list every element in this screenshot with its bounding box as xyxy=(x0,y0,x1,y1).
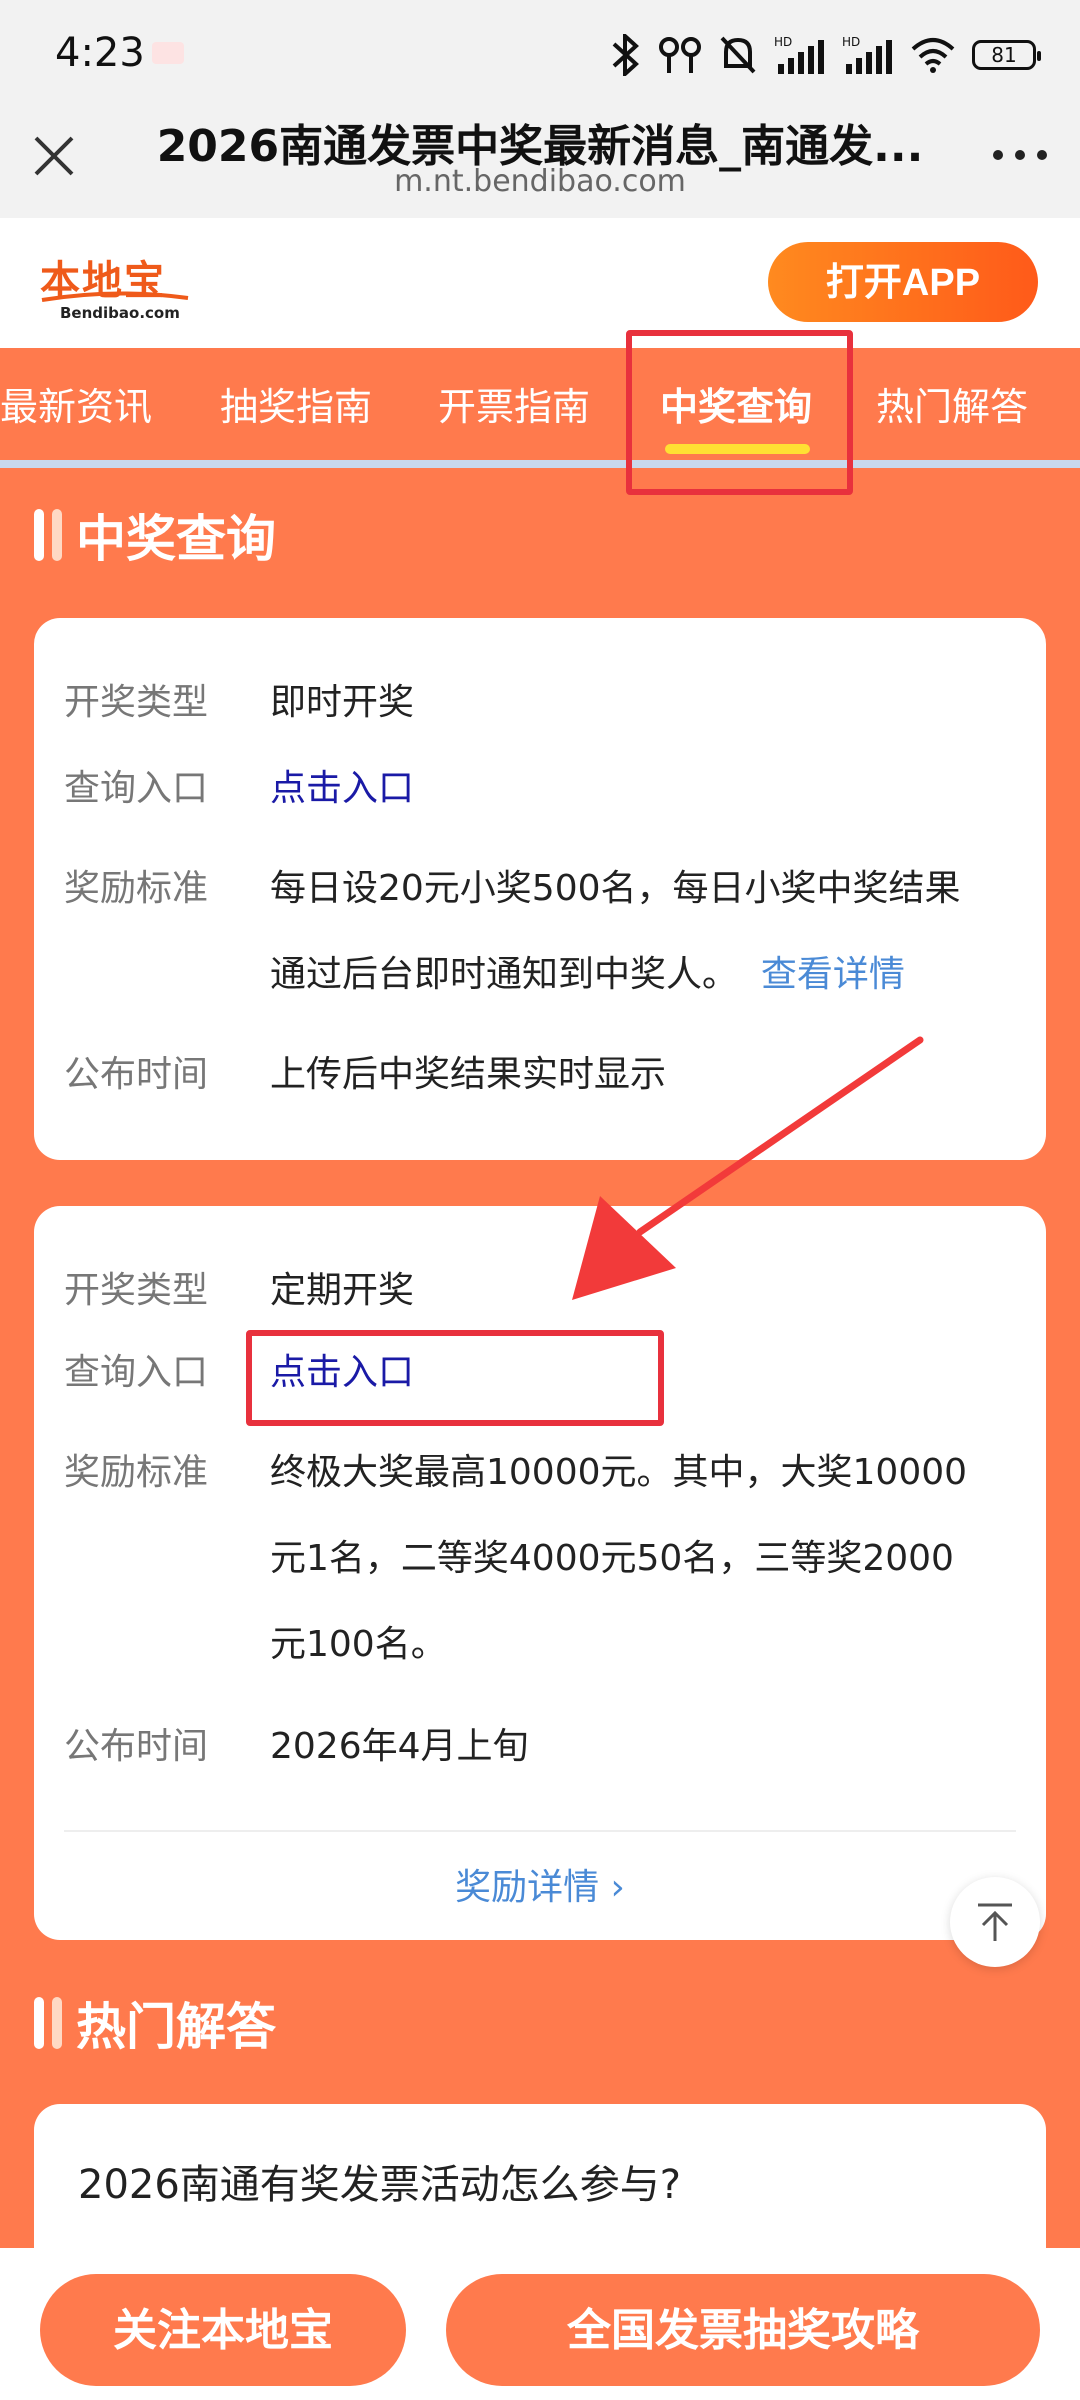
nav-tabs: 最新资讯 抽奖指南 开票指南 中奖查询 热门解答 xyxy=(0,348,1080,468)
section-title: 热门解答 xyxy=(76,1998,276,2056)
more-options-icon[interactable] xyxy=(990,140,1050,170)
active-tab-indicator xyxy=(665,444,810,454)
tab-latest-news[interactable]: 最新资讯 xyxy=(0,348,152,460)
label-time: 公布时间 xyxy=(64,1726,209,1767)
label-entry: 查询入口 xyxy=(64,1352,209,1393)
national-guide-button[interactable]: 全国发票抽奖攻略 xyxy=(446,2274,1040,2386)
label-reward: 奖励标准 xyxy=(64,1452,209,1493)
row-type: 开奖类型 定期开奖 xyxy=(64,1248,1016,1334)
status-time: 4:23 xyxy=(55,30,145,76)
svg-text:HD: HD xyxy=(842,35,860,49)
follow-button[interactable]: 关注本地宝 xyxy=(40,2274,406,2386)
battery-icon: 81 xyxy=(972,40,1041,70)
prize-card-instant: 开奖类型 即时开奖 查询入口 点击入口 奖励标准 每日设20元小奖500名，每日… xyxy=(34,618,1046,1160)
row-entry: 查询入口 点击入口 xyxy=(64,746,1016,832)
wifi-icon xyxy=(911,38,955,73)
status-icons: HD HD 81 xyxy=(608,30,1041,80)
value-type: 即时开奖 xyxy=(270,682,415,723)
value-type: 定期开奖 xyxy=(270,1270,415,1311)
row-reward: 奖励标准 每日设20元小奖500名，每日小奖中奖结果 通过后台即时通知到中奖人。… xyxy=(64,846,1016,1018)
tab-hot-answers[interactable]: 热门解答 xyxy=(876,348,1028,460)
section-bars-icon xyxy=(34,509,62,561)
qa-question: 2026南通有奖发票活动怎么参与? xyxy=(78,2162,682,2208)
arrow-up-icon xyxy=(978,1903,1012,1941)
section-bars-icon xyxy=(34,1997,62,2049)
open-app-button[interactable]: 打开APP xyxy=(768,242,1038,322)
view-details-link[interactable]: 查看详情 xyxy=(761,954,905,995)
close-icon[interactable] xyxy=(30,132,78,180)
entry-link[interactable]: 点击入口 xyxy=(270,1352,414,1393)
notification-icon xyxy=(152,42,184,64)
earbuds-icon xyxy=(659,37,701,73)
site-header: 本地宝 Bendibao.com 打开APP xyxy=(0,218,1080,348)
row-entry: 查询入口 点击入口 xyxy=(64,1330,1016,1416)
mute-bell-icon xyxy=(720,36,756,74)
row-reward: 奖励标准 终极大奖最高10000元。其中，大奖10000 元1名，二等奖4000… xyxy=(64,1430,1016,1688)
logo-swoosh-icon xyxy=(41,291,189,302)
reward-line-1: 每日设20元小奖500名，每日小奖中奖结果 xyxy=(270,868,961,909)
bendibao-logo[interactable]: 本地宝 Bendibao.com xyxy=(40,248,200,328)
bottom-bar: 关注本地宝 全国发票抽奖攻略 xyxy=(0,2248,1080,2400)
prize-card-periodic: 开奖类型 定期开奖 查询入口 点击入口 奖励标准 终极大奖最高10000元。其中… xyxy=(34,1206,1046,1940)
value-time: 2026年4月上旬 xyxy=(270,1726,529,1767)
card-divider xyxy=(64,1830,1016,1832)
row-type: 开奖类型 即时开奖 xyxy=(64,660,1016,746)
reward-line-2: 通过后台即时通知到中奖人。 xyxy=(270,954,739,995)
label-time: 公布时间 xyxy=(64,1054,209,1095)
logo-subtext: Bendibao.com xyxy=(60,304,180,322)
signal-hd-icon-2: HD xyxy=(842,35,892,74)
section-title: 中奖查询 xyxy=(76,510,276,568)
tab-invoice-guide[interactable]: 开票指南 xyxy=(438,348,590,460)
browser-bar: 2026南通发票中奖最新消息_南通发... m.nt.bendibao.com xyxy=(0,110,1080,218)
back-to-top-button[interactable] xyxy=(950,1877,1040,1967)
label-type: 开奖类型 xyxy=(64,682,209,723)
tab-lottery-guide[interactable]: 抽奖指南 xyxy=(220,348,372,460)
entry-link[interactable]: 点击入口 xyxy=(270,768,414,809)
bluetooth-icon xyxy=(612,34,639,76)
row-time: 公布时间 2026年4月上旬 xyxy=(64,1704,1016,1790)
status-bar: 4:23 HD HD 81 xyxy=(0,0,1080,110)
row-time: 公布时间 上传后中奖结果实时显示 xyxy=(64,1032,1016,1118)
nav-divider xyxy=(0,460,1080,468)
svg-text:HD: HD xyxy=(774,35,792,49)
label-entry: 查询入口 xyxy=(64,768,209,809)
page-url: m.nt.bendibao.com xyxy=(394,164,686,199)
section-heading-hot: 热门解答 xyxy=(34,1988,276,2058)
label-reward: 奖励标准 xyxy=(64,868,209,909)
reward-line-2: 元1名，二等奖4000元50名，三等奖2000 xyxy=(270,1538,954,1579)
section-heading-query: 中奖查询 xyxy=(34,500,276,570)
reward-line-3: 元100名。 xyxy=(270,1624,447,1665)
qa-card[interactable]: 2026南通有奖发票活动怎么参与? xyxy=(34,2104,1046,2254)
label-type: 开奖类型 xyxy=(64,1270,209,1311)
reward-details-link[interactable]: 奖励详情 › xyxy=(34,1858,1046,1910)
signal-hd-icon: HD xyxy=(774,35,824,74)
reward-line-1: 终极大奖最高10000元。其中，大奖10000 xyxy=(270,1452,968,1493)
value-time: 上传后中奖结果实时显示 xyxy=(270,1054,667,1095)
